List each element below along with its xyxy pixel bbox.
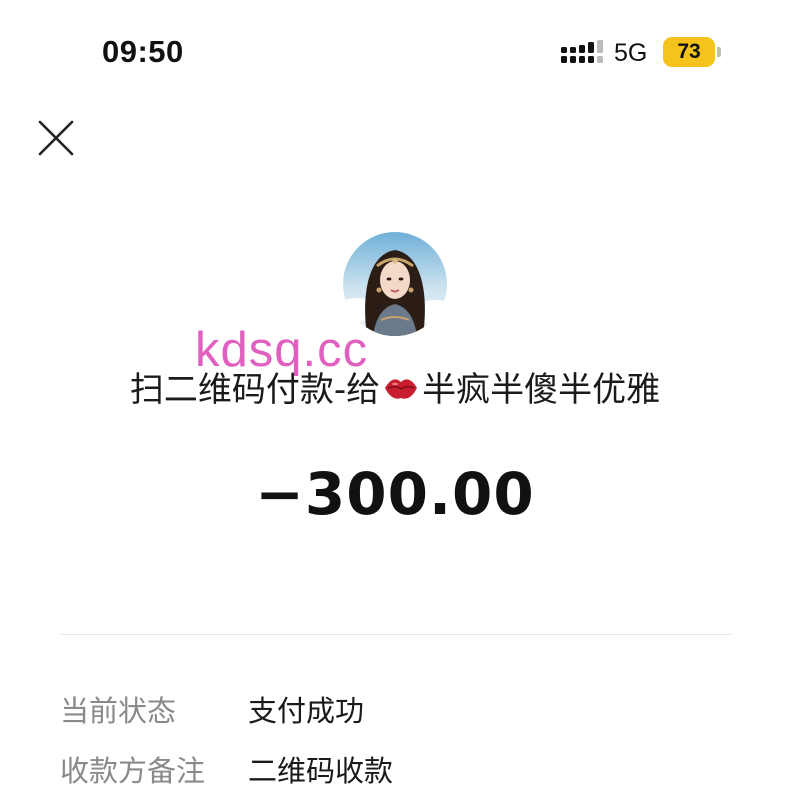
detail-row-remark: 收款方备注 二维码收款 — [0, 748, 790, 788]
battery-level: 73 — [677, 40, 701, 63]
detail-row-status: 当前状态 支付成功 — [0, 688, 790, 728]
status-time: 09:50 — [102, 34, 184, 69]
detail-label: 收款方备注 — [60, 754, 206, 788]
watermark: kdsq.cc — [195, 323, 369, 377]
detail-label: 当前状态 — [60, 694, 177, 728]
status-bar: 09:50 5G 73 — [0, 0, 790, 100]
payment-title: 扫二维码付款-给 半疯半傻半优雅 — [0, 362, 790, 412]
payee-name: 半疯半傻半优雅 — [422, 370, 661, 410]
payment-amount: −300.00 — [255, 460, 535, 528]
battery-cap — [717, 47, 721, 57]
detail-value: 二维码收款 — [248, 754, 394, 788]
avatar-image — [343, 232, 447, 336]
close-button[interactable] — [36, 118, 76, 158]
battery-icon: 73 — [663, 37, 715, 67]
network-type: 5G — [614, 39, 648, 67]
divider — [60, 634, 732, 635]
payee-avatar[interactable] — [343, 232, 447, 336]
lips-emoji-icon — [382, 372, 420, 412]
detail-value: 支付成功 — [248, 694, 365, 728]
close-icon — [38, 120, 74, 156]
signal-icon — [561, 40, 603, 63]
